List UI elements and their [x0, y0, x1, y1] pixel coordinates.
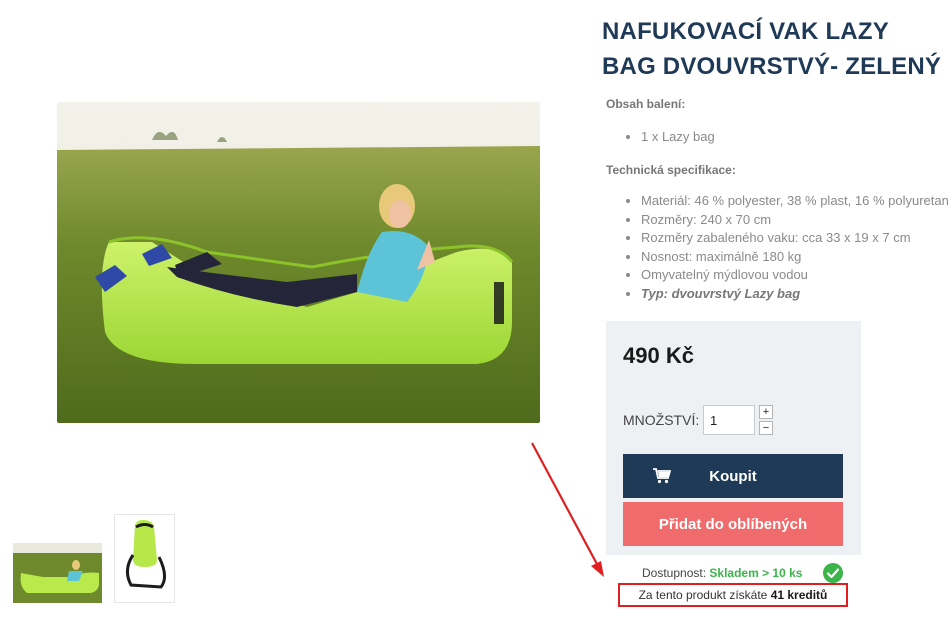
product-main-image[interactable]	[57, 102, 540, 423]
purchase-box: 490 Kč MNOŽSTVÍ: + − Koupit Přidat do ob…	[606, 321, 861, 555]
stock-status: Skladem > 10 ks	[709, 566, 803, 580]
quantity-increase-button[interactable]: +	[759, 405, 773, 419]
spec-item-material: Materiál: 46 % polyester, 38 % plast, 16…	[606, 192, 949, 211]
add-to-favorites-label: Přidat do oblíbených	[658, 515, 808, 533]
list-item: 1 x Lazy bag	[606, 128, 715, 147]
package-contents-heading: Obsah balení:	[606, 97, 686, 111]
package-contents-list: 1 x Lazy bag	[606, 128, 715, 147]
quantity-input[interactable]	[703, 405, 755, 435]
gallery-thumbnail-1[interactable]	[13, 543, 102, 603]
spec-item-washable: Omyvatelný mýdlovou vodou	[606, 266, 949, 285]
product-title: NAFUKOVACÍ VAK LAZY BAG DVOUVRSTVÝ- ZELE…	[602, 18, 942, 80]
check-circle-icon	[823, 563, 843, 583]
product-price: 490 Kč	[623, 343, 694, 368]
add-to-favorites-button[interactable]: Přidat do oblíbených	[623, 502, 843, 546]
buy-button-label: Koupit	[709, 467, 757, 485]
availability-label: Dostupnost:	[642, 566, 707, 580]
spec-item-dimensions: Rozměry: 240 x 70 cm	[606, 211, 949, 230]
quantity-decrease-button[interactable]: −	[759, 421, 773, 435]
spec-item-capacity: Nosnost: maximálně 180 kg	[606, 248, 949, 267]
spec-item-type: Typ: dvouvrstvý Lazy bag	[606, 285, 949, 304]
cart-icon	[653, 468, 671, 484]
spec-item-packed-dimensions: Rozměry zabaleného vaku: cca 33 x 19 x 7…	[606, 229, 949, 248]
buy-button[interactable]: Koupit	[623, 454, 843, 498]
tech-spec-list: Materiál: 46 % polyester, 38 % plast, 16…	[606, 192, 949, 304]
availability-info: Dostupnost: Skladem > 10 ks	[642, 566, 802, 580]
gallery-thumbnail-2[interactable]	[114, 514, 175, 603]
credits-amount: 41 kreditů	[770, 588, 828, 602]
credits-info: Za tento produkt získáte 41 kreditů	[618, 583, 848, 607]
tech-spec-heading: Technická specifikace:	[606, 163, 736, 177]
quantity-label: MNOŽSTVÍ:	[623, 412, 700, 428]
credits-prefix: Za tento produkt získáte	[638, 588, 768, 602]
